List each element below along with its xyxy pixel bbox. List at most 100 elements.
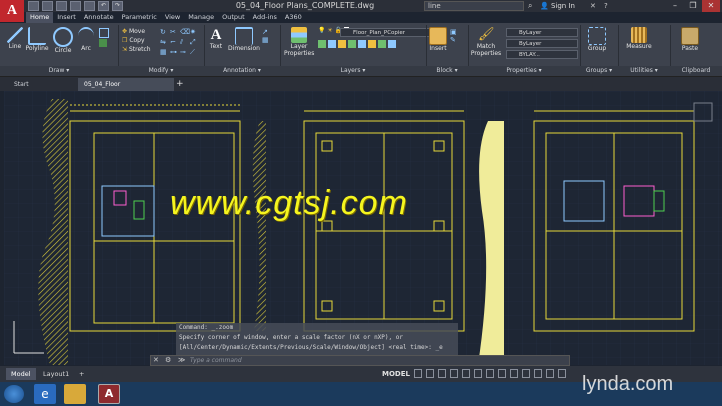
- sun-icon[interactable]: ☀: [327, 27, 332, 34]
- line-button[interactable]: Line: [5, 27, 25, 50]
- save-as-icon[interactable]: [70, 1, 81, 11]
- lineweight-icon[interactable]: [486, 369, 494, 378]
- properties-panel-label[interactable]: Properties ▾: [468, 66, 580, 76]
- layer-tool-icon[interactable]: [368, 40, 376, 48]
- arc-button[interactable]: Arc: [76, 27, 96, 52]
- ortho-icon[interactable]: [438, 369, 446, 378]
- osnap-icon[interactable]: [462, 369, 470, 378]
- internet-explorer-icon[interactable]: e: [34, 384, 56, 404]
- lineweight-dropdown[interactable]: BYLAY...: [506, 50, 578, 59]
- circle-button[interactable]: Circle: [52, 27, 74, 54]
- open-icon[interactable]: [42, 1, 53, 11]
- dimension-button[interactable]: Dimension: [228, 27, 260, 52]
- tab-insert[interactable]: Insert: [53, 12, 80, 23]
- tab-home[interactable]: Home: [26, 12, 54, 23]
- create-block-icon[interactable]: ▣: [450, 28, 466, 36]
- tab-manage[interactable]: Manage: [184, 12, 218, 23]
- annotation-scale-icon[interactable]: [510, 369, 518, 378]
- layers-panel-label[interactable]: Layers ▾: [280, 66, 426, 76]
- annotation-panel-label[interactable]: Annotation ▾: [204, 66, 280, 76]
- measure-button[interactable]: Measure: [624, 27, 654, 50]
- search-icon[interactable]: ⌕: [528, 1, 538, 11]
- layer-dropdown[interactable]: Floor_Plan_PCopier: [340, 28, 430, 37]
- trim-icon[interactable]: ✂: [170, 28, 179, 37]
- otrack-icon[interactable]: [474, 369, 482, 378]
- modify-panel-label[interactable]: Modify ▾: [118, 66, 204, 76]
- autocad-taskbar-icon[interactable]: A: [98, 384, 120, 404]
- layer-tool-icon[interactable]: [328, 40, 336, 48]
- autocad-logo-icon[interactable]: A: [0, 0, 24, 22]
- close-command-icon[interactable]: ✕: [153, 356, 163, 365]
- grid-icon[interactable]: [414, 369, 422, 378]
- rotate-icon[interactable]: ↻: [160, 28, 169, 37]
- utilities-panel-label[interactable]: Utilities ▾: [618, 66, 670, 76]
- layer-tool-icon[interactable]: [378, 40, 386, 48]
- selection-cycling-icon[interactable]: [498, 369, 506, 378]
- tab-add-ins[interactable]: Add-ins: [249, 12, 281, 23]
- drawing-tab[interactable]: 05_04_Floor Plans_COMPLETE*: [78, 78, 174, 101]
- save-icon[interactable]: [56, 1, 67, 11]
- close-button[interactable]: ✕: [702, 0, 720, 12]
- add-layout-plus-icon[interactable]: +: [74, 368, 89, 380]
- clipboard-panel-label[interactable]: Clipboard: [670, 66, 722, 76]
- workspace-icon[interactable]: [522, 369, 530, 378]
- scale-icon[interactable]: ⤢: [190, 38, 199, 48]
- polar-icon[interactable]: [450, 369, 458, 378]
- undo-icon[interactable]: ↶: [98, 1, 109, 11]
- layer-tool-icon[interactable]: [388, 40, 396, 48]
- explode-icon[interactable]: ✷: [190, 28, 199, 37]
- snap-icon[interactable]: [426, 369, 434, 378]
- windows-start-icon[interactable]: [4, 385, 24, 403]
- match-properties-button[interactable]: 🖌 Match Properties: [470, 27, 502, 57]
- polyline-button[interactable]: Polyline: [24, 27, 50, 52]
- paste-button[interactable]: Paste: [678, 27, 702, 52]
- restore-button[interactable]: ❐: [684, 0, 702, 12]
- insert-button[interactable]: Insert: [428, 27, 448, 52]
- offset-icon[interactable]: ⫽: [180, 38, 189, 48]
- new-icon[interactable]: [28, 1, 39, 11]
- redo-icon[interactable]: ↷: [112, 1, 123, 11]
- isolate-objects-icon[interactable]: [534, 369, 542, 378]
- tab-annotate[interactable]: Annotate: [80, 12, 118, 23]
- layer-tool-icon[interactable]: [338, 40, 346, 48]
- model-space-button[interactable]: MODEL: [382, 368, 410, 380]
- text-button[interactable]: A Text: [207, 27, 225, 50]
- minimize-button[interactable]: –: [666, 0, 684, 12]
- layout-tab-model[interactable]: Model: [6, 368, 36, 380]
- chamfer-icon[interactable]: ⟋: [190, 48, 199, 58]
- tab-parametric[interactable]: Parametric: [118, 12, 161, 23]
- edit-block-icon[interactable]: ✎: [450, 36, 466, 44]
- customize-icon[interactable]: ⚙: [165, 356, 175, 365]
- array-icon[interactable]: ▦: [160, 48, 169, 58]
- tab-a360[interactable]: A360: [281, 12, 306, 23]
- group-button[interactable]: Group: [584, 27, 610, 52]
- layer-properties-button[interactable]: Layer Properties: [284, 27, 314, 57]
- groups-panel-label[interactable]: Groups ▾: [580, 66, 618, 76]
- table-icon[interactable]: ▦: [262, 36, 276, 44]
- tab-view[interactable]: View: [161, 12, 184, 23]
- customization-menu-icon[interactable]: [558, 369, 566, 378]
- print-icon[interactable]: [84, 1, 95, 11]
- search-input[interactable]: line: [424, 1, 524, 11]
- erase-icon[interactable]: ⌫: [180, 28, 190, 37]
- start-tab[interactable]: Start: [8, 78, 70, 91]
- join-icon[interactable]: ⊶: [170, 48, 179, 58]
- lightbulb-icon[interactable]: 💡: [318, 27, 325, 34]
- break-icon[interactable]: ⊸: [180, 48, 189, 58]
- layer-tool-icon[interactable]: [348, 40, 356, 48]
- hardware-acceleration-icon[interactable]: [546, 369, 554, 378]
- color-dropdown[interactable]: ByLayer: [506, 28, 578, 37]
- rectangle-icon[interactable]: [99, 28, 109, 38]
- mirror-icon[interactable]: ⇋: [160, 38, 169, 48]
- sign-in-link[interactable]: 👤 Sign In: [540, 0, 575, 12]
- layout-tab-layout1[interactable]: Layout1: [38, 368, 74, 380]
- layer-tool-icon[interactable]: [318, 40, 326, 48]
- leader-icon[interactable]: ↗: [262, 28, 276, 36]
- exchange-icon[interactable]: ✕: [590, 1, 600, 11]
- layer-tool-icon[interactable]: [358, 40, 366, 48]
- file-explorer-icon[interactable]: [64, 384, 86, 404]
- tab-output[interactable]: Output: [218, 12, 249, 23]
- hatch-icon[interactable]: [99, 39, 107, 47]
- block-panel-label[interactable]: Block ▾: [426, 66, 468, 76]
- draw-panel-label[interactable]: Draw ▾: [0, 66, 118, 76]
